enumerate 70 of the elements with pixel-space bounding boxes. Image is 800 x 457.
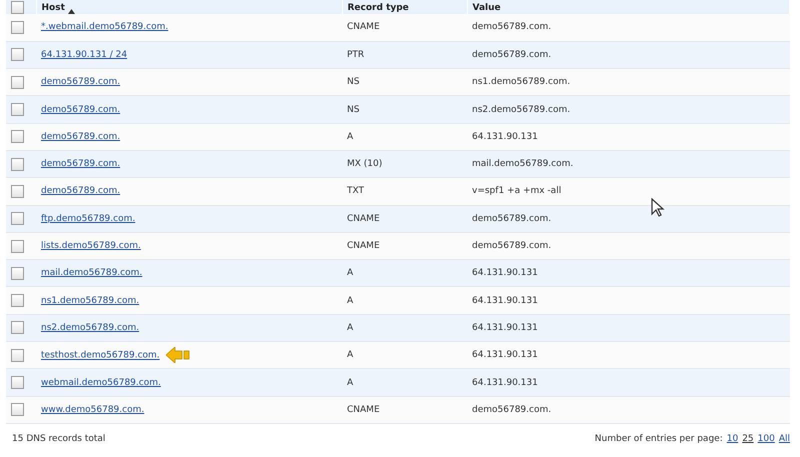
record-value: demo56789.com. [472, 241, 552, 252]
row-checkbox[interactable] [11, 240, 24, 253]
row-checkbox[interactable] [11, 348, 24, 362]
per-page-label: Number of entries per page: [594, 434, 723, 444]
host-link[interactable]: *.webmail.demo56789.com. [41, 22, 168, 32]
record-type: CNAME [347, 404, 380, 415]
record-type: TXT [347, 186, 364, 196]
record-type: CNAME [347, 241, 380, 252]
host-link[interactable]: 64.131.90.131 / 24 [41, 50, 128, 60]
row-checkbox[interactable] [11, 48, 24, 62]
record-value: demo56789.com. [472, 214, 552, 224]
record-value: 64.131.90.131 [472, 322, 538, 333]
host-link[interactable]: ns2.demo56789.com. [41, 322, 140, 333]
record-type: A [347, 378, 354, 388]
record-type: A [347, 350, 354, 360]
record-type: MX (10) [347, 159, 382, 170]
record-value: 64.131.90.131 [472, 268, 538, 278]
column-header[interactable]: Host [42, 3, 65, 13]
host-link[interactable]: demo56789.com. [41, 77, 120, 88]
record-type: CNAME [347, 214, 380, 224]
records-total: 15 DNS records total [12, 434, 106, 444]
host-link[interactable]: mail.demo56789.com. [41, 268, 142, 278]
record-value: demo56789.com. [472, 22, 552, 32]
record-type: A [347, 132, 354, 142]
record-value: 64.131.90.131 [472, 296, 538, 306]
host-link[interactable]: demo56789.com. [41, 132, 120, 142]
record-value: ns2.demo56789.com. [472, 104, 570, 115]
row-checkbox[interactable] [11, 158, 24, 171]
row-checkbox[interactable] [11, 212, 24, 226]
per-page-option[interactable]: 25 [742, 434, 754, 444]
host-link[interactable]: www.demo56789.com. [41, 404, 144, 415]
record-type: A [347, 268, 354, 278]
host-link[interactable]: ns1.demo56789.com. [41, 296, 140, 306]
row-checkbox[interactable] [11, 376, 24, 389]
record-value: 64.131.90.131 [472, 350, 538, 360]
record-value: ns1.demo56789.com. [472, 77, 570, 88]
row-checkbox[interactable] [11, 103, 24, 116]
record-type: NS [347, 77, 360, 88]
column-header[interactable]: Record type [348, 3, 409, 13]
record-value: 64.131.90.131 [472, 132, 538, 142]
host-link[interactable]: lists.demo56789.com. [41, 241, 141, 252]
record-value: mail.demo56789.com. [472, 159, 574, 170]
per-page-option[interactable]: 100 [758, 434, 775, 444]
host-link[interactable]: webmail.demo56789.com. [41, 378, 161, 388]
column-header[interactable]: Value [472, 3, 501, 13]
per-page-option[interactable]: All [778, 434, 790, 444]
record-value: demo56789.com. [472, 404, 552, 415]
row-checkbox[interactable] [11, 321, 24, 334]
row-checkbox[interactable] [11, 184, 24, 198]
host-link[interactable]: demo56789.com. [41, 104, 120, 115]
record-value: 64.131.90.131 [472, 378, 538, 388]
record-type: A [347, 322, 354, 333]
per-page-option[interactable]: 10 [726, 434, 738, 444]
host-link[interactable]: demo56789.com. [41, 186, 120, 196]
row-checkbox[interactable] [11, 20, 24, 34]
row-checkbox[interactable] [11, 266, 24, 280]
host-link[interactable]: ftp.demo56789.com. [41, 214, 136, 224]
record-type: CNAME [347, 22, 380, 32]
host-link[interactable]: demo56789.com. [41, 159, 120, 170]
record-type: PTR [347, 50, 364, 60]
record-value: v=spf1 +a +mx -all [472, 186, 562, 196]
row-checkbox[interactable] [11, 130, 24, 144]
row-checkbox[interactable] [11, 76, 24, 89]
host-link[interactable]: testhost.demo56789.com. [41, 350, 160, 361]
record-value: demo56789.com. [472, 50, 552, 60]
record-type: A [347, 296, 354, 306]
select-all-checkbox[interactable] [11, 1, 24, 14]
row-checkbox[interactable] [11, 403, 24, 416]
record-type: NS [347, 104, 360, 115]
row-checkbox[interactable] [11, 294, 24, 308]
